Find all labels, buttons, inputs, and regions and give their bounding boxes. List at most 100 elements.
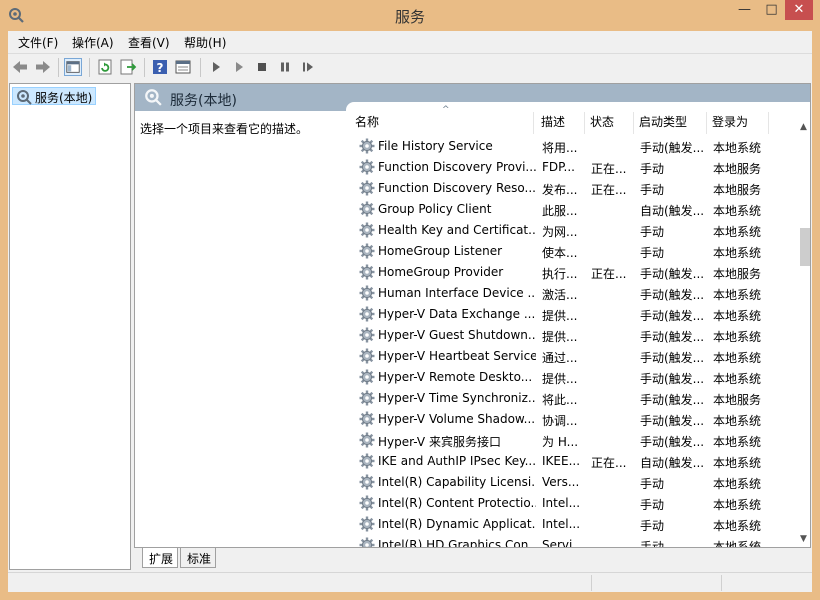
pause-service-icon[interactable] [276, 58, 294, 76]
service-name: HomeGroup Provider [378, 265, 504, 279]
table-row[interactable]: Health Key and Certificat... 为网... 手动 本地… [346, 220, 796, 241]
service-status [591, 517, 633, 534]
gear-icon [359, 453, 375, 469]
service-name: Intel(R) HD Graphics Con... [378, 538, 536, 548]
service-log-on-as: 本地系统 [713, 414, 762, 428]
service-log-on-as: 本地系统 [713, 456, 762, 470]
table-row[interactable]: HomeGroup Listener 使本... 手动 本地系统 [346, 241, 796, 262]
restart-service-icon[interactable] [299, 58, 317, 76]
status-segment [591, 575, 592, 591]
details-header-title: 服务(本地) [170, 93, 237, 109]
tab-extended[interactable]: 扩展 [142, 548, 179, 568]
service-log-on-as: 本地服务 [713, 162, 762, 176]
status-bar [8, 572, 812, 592]
service-status [591, 223, 633, 240]
gear-icon [359, 264, 375, 280]
service-startup-type: 手动(触发... [640, 351, 705, 365]
table-row[interactable]: Hyper-V 来宾服务接口 为 H... 手动(触发... 本地系统 [346, 430, 796, 451]
service-description: 激活... [542, 288, 578, 302]
service-description: Intel... [542, 517, 581, 531]
service-startup-type: 自动(触发... [640, 204, 705, 218]
minimize-button[interactable]: — [731, 0, 758, 20]
table-row[interactable]: Intel(R) Capability Licensi... Vers... 手… [346, 472, 796, 493]
back-arrow-icon[interactable] [11, 58, 29, 76]
service-name: Function Discovery Provi... [378, 160, 536, 174]
service-log-on-as: 本地系统 [713, 204, 762, 218]
service-startup-type: 手动(触发... [640, 435, 705, 449]
table-row[interactable]: Human Interface Device ... 激活... 手动(触发..… [346, 283, 796, 304]
gear-icon [359, 411, 375, 427]
service-startup-type: 手动(触发... [640, 330, 705, 344]
service-startup-type: 手动(触发... [640, 414, 705, 428]
service-startup-type: 手动 [640, 519, 665, 533]
table-row[interactable]: IKE and AuthIP IPsec Key... IKEE... 正在..… [346, 451, 796, 472]
service-startup-type: 自动(触发... [640, 456, 705, 470]
column-header-log-on-as[interactable]: 登录为 [707, 112, 769, 134]
service-name: Hyper-V Data Exchange ... [378, 307, 536, 321]
table-row[interactable]: Function Discovery Provi... FDP... 正在...… [346, 157, 796, 178]
service-startup-type: 手动 [640, 246, 665, 260]
gear-icon [359, 159, 375, 175]
service-name: HomeGroup Listener [378, 244, 503, 258]
table-row[interactable]: Intel(R) Dynamic Applicat... Intel... 手动… [346, 514, 796, 535]
menu-help[interactable]: 帮助(H) [184, 34, 226, 51]
refresh-icon[interactable] [96, 58, 114, 76]
forward-arrow-icon[interactable] [34, 58, 52, 76]
service-status [591, 244, 633, 261]
scroll-down-arrow-icon[interactable]: ▼ [800, 534, 807, 544]
menu-view[interactable]: 查看(V) [128, 34, 170, 51]
vertical-scrollbar[interactable]: ▲ ▼ [798, 102, 810, 547]
service-startup-type: 手动 [640, 162, 665, 176]
column-header-status[interactable]: 状态 [585, 112, 634, 134]
table-row[interactable]: Intel(R) HD Graphics Con... Servi... 手动 … [346, 535, 796, 548]
service-name: Hyper-V 来宾服务接口 [378, 435, 501, 449]
show-hide-console-tree-icon[interactable] [64, 58, 82, 76]
table-row[interactable]: Group Policy Client 此服... 自动(触发... 本地系统 [346, 199, 796, 220]
toolbar: ? [8, 53, 812, 80]
scrollbar-thumb[interactable] [800, 228, 810, 266]
stop-service-icon[interactable] [253, 58, 271, 76]
column-header-name[interactable]: 名称 [350, 112, 534, 134]
service-log-on-as: 本地系统 [713, 351, 762, 365]
column-header-startup-type[interactable]: 启动类型 [634, 112, 707, 134]
gear-icon [359, 327, 375, 343]
start-service-icon[interactable] [207, 58, 225, 76]
menu-action[interactable]: 操作(A) [72, 34, 114, 51]
service-log-on-as: 本地系统 [713, 435, 762, 449]
start-service-alt-icon[interactable] [230, 58, 248, 76]
export-list-icon[interactable] [119, 58, 137, 76]
service-log-on-as: 本地系统 [713, 288, 762, 302]
service-description: Vers... [542, 475, 580, 489]
table-row[interactable]: Hyper-V Volume Shadow... 协调... 手动(触发... … [346, 409, 796, 430]
service-log-on-as: 本地服务 [713, 183, 762, 197]
service-startup-type: 手动 [640, 477, 665, 491]
help-icon[interactable]: ? [151, 58, 169, 76]
title-bar[interactable]: 服务 — □ ✕ [0, 0, 820, 31]
service-name: Group Policy Client [378, 202, 492, 216]
service-description: 此服... [542, 204, 578, 218]
table-row[interactable]: HomeGroup Provider 执行... 正在... 手动(触发... … [346, 262, 796, 283]
maximize-button[interactable]: □ [758, 0, 785, 20]
service-log-on-as: 本地系统 [713, 309, 762, 323]
close-button[interactable]: ✕ [785, 0, 813, 20]
services-node-icon [17, 90, 32, 105]
table-row[interactable]: Hyper-V Guest Shutdown... 提供... 手动(触发...… [346, 325, 796, 346]
tree-item-local-services[interactable]: 服务(本地) [12, 87, 97, 105]
service-startup-type: 手动(触发... [640, 267, 705, 281]
service-log-on-as: 本地系统 [713, 141, 762, 155]
service-name: Hyper-V Time Synchroniz... [378, 391, 536, 405]
table-row[interactable]: File History Service 将用... 手动(触发... 本地系统 [346, 136, 796, 157]
table-row[interactable]: Hyper-V Heartbeat Service 通过... 手动(触发...… [346, 346, 796, 367]
tab-standard[interactable]: 标准 [180, 548, 217, 568]
column-header-description[interactable]: 描述 [536, 112, 585, 134]
table-row[interactable]: Function Discovery Reso... 发布... 正在... 手… [346, 178, 796, 199]
table-row[interactable]: Hyper-V Remote Deskto... 提供... 手动(触发... … [346, 367, 796, 388]
scroll-up-arrow-icon[interactable]: ▲ [800, 122, 807, 132]
menu-file[interactable]: 文件(F) [18, 34, 58, 51]
service-name: Hyper-V Guest Shutdown... [378, 328, 536, 342]
properties-icon[interactable] [174, 58, 192, 76]
table-row[interactable]: Hyper-V Data Exchange ... 提供... 手动(触发...… [346, 304, 796, 325]
table-row[interactable]: Hyper-V Time Synchroniz... 将此... 手动(触发..… [346, 388, 796, 409]
table-row[interactable]: Intel(R) Content Protectio... Intel... 手… [346, 493, 796, 514]
service-name: Health Key and Certificat... [378, 223, 536, 237]
